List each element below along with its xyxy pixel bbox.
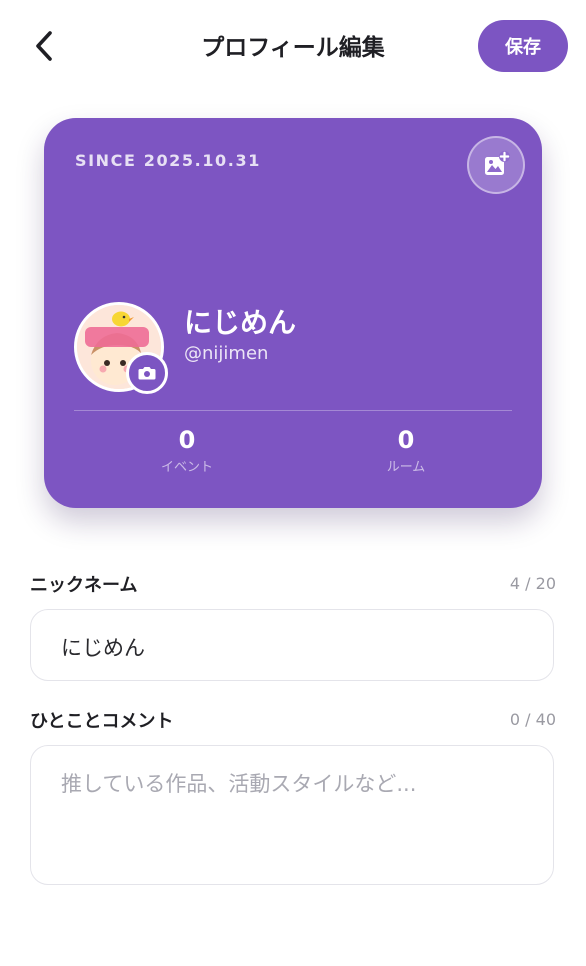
stat-events-label: イベント [160,460,213,475]
nickname-counter: 4 / 20 [509,574,556,593]
avatar-container [74,302,168,394]
change-avatar-button[interactable] [126,352,168,394]
add-image-icon [485,151,510,175]
profile-card: SINCE 2025.10.31 にじめん @nijimen 0 イベント 0 … [44,118,542,508]
nickname-value: にじめん [61,636,145,660]
comment-field[interactable]: 推している作品、活動スタイルなど... [30,745,554,885]
header-bar: プロフィール編集 保存 [0,0,586,92]
since-date: SINCE 2025.10.31 [75,151,261,170]
user-handle: @nijimen [184,343,269,364]
save-button[interactable]: 保存 [478,20,568,72]
display-name: にじめん [184,306,297,339]
change-cover-button[interactable] [467,136,525,194]
nickname-label: ニックネーム [30,575,138,596]
comment-placeholder: 推している作品、活動スタイルなど... [61,772,417,796]
stat-events: 0 イベント [127,426,247,475]
stat-rooms: 0 ルーム [346,426,466,475]
card-divider [74,410,512,411]
stat-events-value: 0 [178,426,196,454]
camera-icon [138,367,156,380]
stat-rooms-label: ルーム [386,460,426,475]
comment-label: ひとことコメント [30,711,174,732]
stat-rooms-value: 0 [397,426,415,454]
nickname-field[interactable]: にじめん [30,609,554,681]
comment-counter: 0 / 40 [509,710,556,729]
